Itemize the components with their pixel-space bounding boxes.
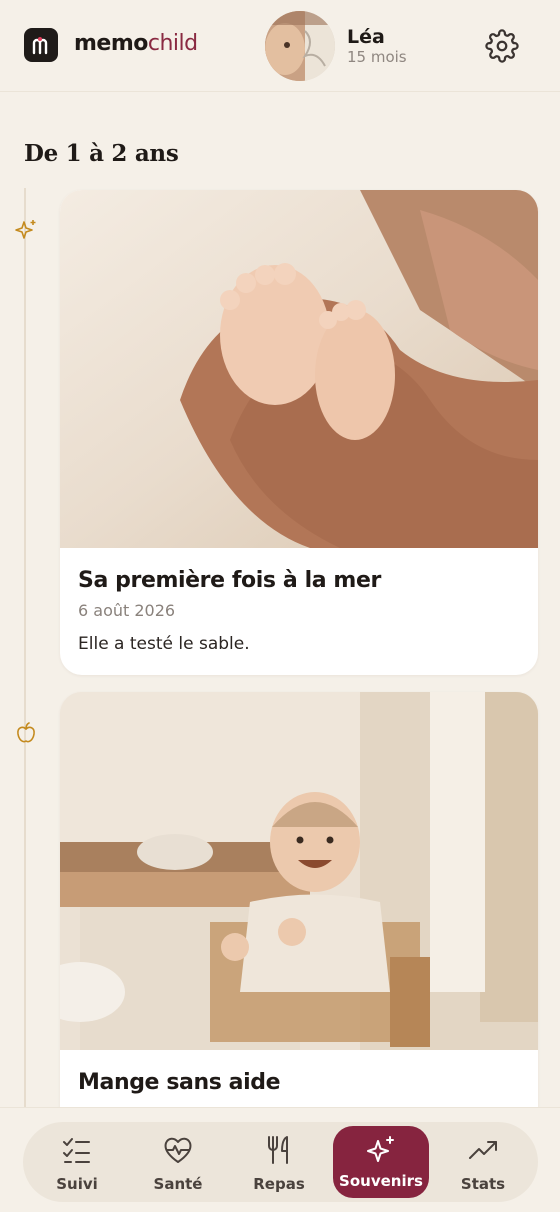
section-title: De 1 à 2 ans <box>24 140 179 167</box>
bottom-navigation: Suivi Santé Repas Souvenirs Stats <box>0 1107 560 1212</box>
settings-gear-icon[interactable] <box>485 29 519 67</box>
app-header: memochild Léa 15 mois <box>0 0 560 92</box>
brand-name: memochild <box>74 31 198 56</box>
trend-icon <box>467 1134 499 1166</box>
apple-icon <box>13 720 39 746</box>
nav-bar: Suivi Santé Repas Souvenirs Stats <box>23 1122 538 1202</box>
brand-name-light: child <box>147 31 198 56</box>
nav-item-suivi[interactable]: Suivi <box>29 1122 125 1202</box>
heart-pulse-icon <box>162 1134 194 1166</box>
nav-label: Suivi <box>56 1175 98 1193</box>
app-logo-icon[interactable] <box>24 28 58 62</box>
nav-label: Repas <box>253 1175 305 1193</box>
nav-label: Stats <box>460 1175 506 1193</box>
memory-date: 6 août 2026 <box>78 601 176 620</box>
sparkles-icon <box>365 1134 397 1166</box>
memory-card[interactable]: Sa première fois à la mer 6 août 2026 El… <box>60 190 538 675</box>
nav-label: Souvenirs <box>339 1172 423 1190</box>
nav-item-repas[interactable]: Repas <box>231 1122 327 1202</box>
child-avatar[interactable] <box>265 11 335 81</box>
memory-photo[interactable] <box>60 190 538 548</box>
memory-note: Elle a testé le sable. <box>78 634 250 654</box>
memory-photo[interactable] <box>60 692 538 1050</box>
nav-item-stats[interactable]: Stats <box>435 1122 531 1202</box>
sparkle-icon <box>13 217 39 243</box>
nav-label: Santé <box>153 1175 203 1193</box>
utensils-icon <box>263 1134 295 1166</box>
memory-title: Mange sans aide <box>78 1070 281 1095</box>
memory-title: Sa première fois à la mer <box>78 568 381 593</box>
nav-item-souvenirs[interactable]: Souvenirs <box>333 1126 429 1198</box>
brand-name-bold: memo <box>74 31 148 56</box>
nav-item-sante[interactable]: Santé <box>130 1122 226 1202</box>
child-age: 15 mois <box>347 48 407 66</box>
checklist-icon <box>61 1134 93 1166</box>
memory-card[interactable]: Mange sans aide <box>60 692 538 1152</box>
child-name: Léa <box>347 26 385 48</box>
timeline-line <box>24 188 26 1108</box>
